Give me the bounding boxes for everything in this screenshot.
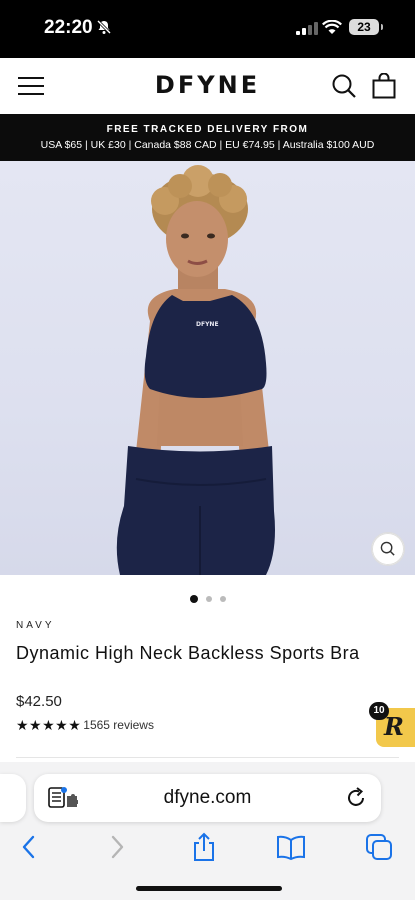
wifi-icon — [322, 20, 342, 34]
model-photo: DFYNE — [116, 165, 275, 575]
carousel-dot[interactable] — [219, 595, 226, 602]
product-price: $42.50 — [16, 693, 62, 710]
carousel-dot[interactable] — [205, 595, 212, 602]
shopping-bag-icon[interactable] — [372, 73, 396, 99]
url-text: dfyne.com — [163, 787, 252, 808]
zoom-icon[interactable] — [371, 532, 405, 566]
battery-indicator: 23 — [349, 19, 383, 35]
reload-icon[interactable] — [344, 786, 368, 810]
rewards-badge: 10 — [369, 702, 389, 720]
carousel-dot[interactable] — [189, 594, 198, 603]
search-icon[interactable] — [331, 73, 357, 99]
carousel-indicator — [0, 590, 415, 603]
previous-tab-preview[interactable] — [0, 774, 26, 822]
silent-bell-icon — [96, 19, 112, 35]
delivery-banner: FREE TRACKED DELIVERY FROM USA $65 | UK … — [0, 114, 415, 161]
cellular-signal-icon — [296, 22, 318, 35]
rewards-widget[interactable]: R 10 — [369, 702, 415, 747]
product-image[interactable]: DFYNE — [0, 161, 415, 575]
address-bar[interactable]: dfyne.com — [34, 774, 381, 822]
divider — [16, 757, 399, 758]
svg-text:DFYNE: DFYNE — [196, 321, 219, 328]
rating-stars: ★★★★★ — [16, 716, 82, 733]
browser-toolbar — [0, 828, 415, 868]
product-title: Dynamic High Neck Backless Sports Bra — [16, 643, 360, 663]
banner-rates: USA $65 | UK £30 | Canada $88 CAD | EU €… — [40, 139, 375, 151]
forward-icon[interactable] — [102, 832, 132, 862]
share-icon[interactable] — [189, 832, 219, 862]
browser-chrome: dfyne.com — [0, 762, 415, 900]
site-header: DFYNE — [0, 58, 415, 114]
product-color: NAVY — [16, 620, 55, 631]
back-icon[interactable] — [14, 832, 44, 862]
status-bar: 22:20 23 — [0, 0, 415, 58]
product-rating[interactable]: ★★★★★ 1565 reviews — [16, 717, 154, 733]
home-indicator[interactable] — [136, 886, 282, 891]
review-count: 1565 reviews — [83, 718, 154, 732]
tabs-icon[interactable] — [364, 832, 394, 862]
bookmarks-icon[interactable] — [276, 832, 306, 862]
banner-heading: FREE TRACKED DELIVERY FROM — [106, 124, 309, 135]
status-time: 22:20 — [44, 17, 93, 38]
